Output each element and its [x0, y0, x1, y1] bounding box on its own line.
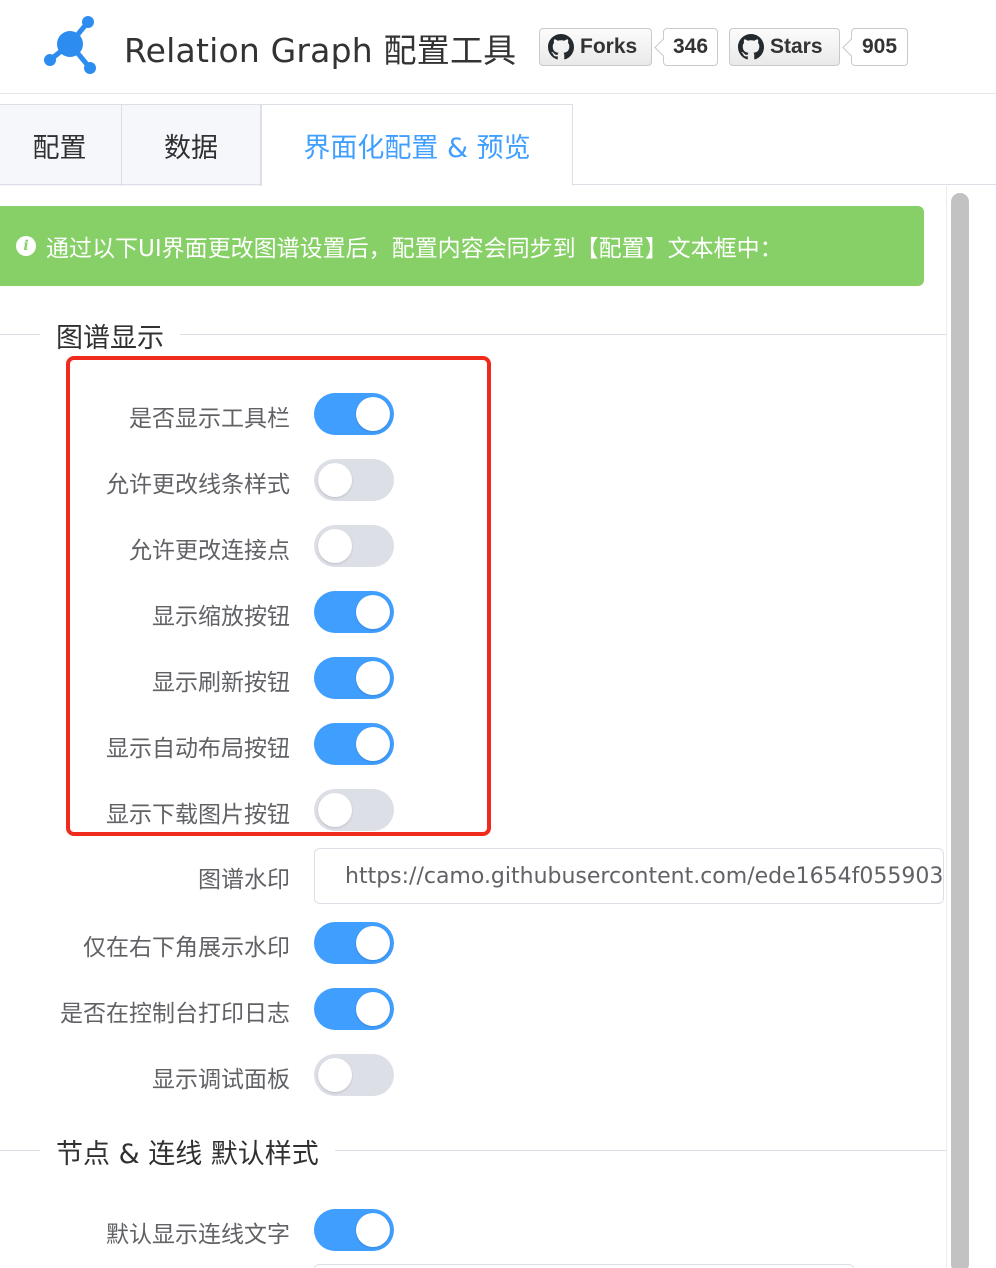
tab-data[interactable]: 数据	[122, 104, 261, 186]
github-forks-button[interactable]: Forks	[539, 28, 652, 66]
tab-config[interactable]: 配置	[0, 104, 122, 186]
switch-knob	[318, 463, 352, 497]
switch-knob	[318, 793, 352, 827]
setting-row-allow-line-style: 允许更改线条样式	[0, 457, 946, 503]
setting-row-download-image-button: 显示下载图片按钮	[0, 787, 946, 833]
stars-label: Stars	[770, 35, 823, 58]
switch-knob	[356, 1213, 390, 1247]
config-panel: i 通过以下UI界面更改图谱设置后，配置内容会同步到【配置】文本框中： 图谱显示…	[0, 186, 946, 1268]
setting-label: 显示自动布局按钮	[106, 736, 290, 762]
app-header: Relation Graph 配置工具 Forks 346 Stars 905	[0, 0, 996, 94]
setting-row-watermark-corner: 仅在右下角展示水印	[0, 920, 946, 966]
refresh-button-switch[interactable]	[314, 657, 394, 699]
setting-row-show-toolbar: 是否显示工具栏	[0, 391, 946, 437]
next-setting-input[interactable]	[314, 1264, 854, 1268]
switch-knob	[356, 661, 390, 695]
watermark-corner-switch[interactable]	[314, 922, 394, 964]
switch-knob	[318, 1058, 352, 1092]
setting-label: 显示缩放按钮	[152, 604, 290, 630]
allow-junction-point-switch[interactable]	[314, 525, 394, 567]
info-alert: i 通过以下UI界面更改图谱设置后，配置内容会同步到【配置】文本框中：	[0, 206, 924, 286]
show-toolbar-switch[interactable]	[314, 393, 394, 435]
console-log-switch[interactable]	[314, 988, 394, 1030]
setting-row-debug-panel: 显示调试面板	[0, 1052, 946, 1098]
setting-row-default-line-text: 默认显示连线文字	[0, 1207, 946, 1253]
github-stars-button[interactable]: Stars	[729, 28, 840, 66]
setting-label: 是否显示工具栏	[129, 406, 290, 432]
setting-label: 是否在控制台打印日志	[60, 1001, 290, 1027]
tab-ui-config-preview[interactable]: 界面化配置 & 预览	[261, 104, 573, 186]
allow-line-style-switch[interactable]	[314, 459, 394, 501]
default-line-text-switch[interactable]	[314, 1209, 394, 1251]
setting-row-auto-layout-button: 显示自动布局按钮	[0, 721, 946, 767]
setting-row-console-log: 是否在控制台打印日志	[0, 986, 946, 1032]
setting-label: 仅在右下角展示水印	[83, 935, 290, 961]
setting-label: 显示下载图片按钮	[106, 802, 290, 828]
switch-knob	[356, 926, 390, 960]
download-image-button-switch[interactable]	[314, 789, 394, 831]
debug-panel-switch[interactable]	[314, 1054, 394, 1096]
switch-knob	[318, 529, 352, 563]
github-icon	[548, 34, 574, 60]
alert-text: 通过以下UI界面更改图谱设置后，配置内容会同步到【配置】文本框中：	[46, 236, 783, 262]
forks-count[interactable]: 346	[663, 28, 718, 66]
auto-layout-button-switch[interactable]	[314, 723, 394, 765]
section-title: 节点 & 连线 默认样式	[40, 1132, 335, 1171]
scrollbar-thumb[interactable]	[951, 193, 969, 1268]
setting-row-watermark: 图谱水印 https://camo.githubusercontent.com/…	[0, 848, 946, 904]
setting-row-zoom-button: 显示缩放按钮	[0, 589, 946, 635]
switch-knob	[356, 727, 390, 761]
setting-label: 默认显示连线文字	[106, 1222, 290, 1248]
setting-label: 允许更改连接点	[129, 538, 290, 564]
switch-knob	[356, 992, 390, 1026]
setting-row-refresh-button: 显示刷新按钮	[0, 655, 946, 701]
info-icon: i	[16, 236, 36, 256]
tab-bar: 配置 数据 界面化配置 & 预览	[0, 104, 996, 186]
setting-label: 图谱水印	[198, 867, 290, 893]
setting-label: 显示刷新按钮	[152, 670, 290, 696]
zoom-button-switch[interactable]	[314, 591, 394, 633]
setting-label: 显示调试面板	[152, 1067, 290, 1093]
section-title: 图谱显示	[40, 316, 180, 355]
setting-row-allow-junction-point: 允许更改连接点	[0, 523, 946, 569]
stars-count[interactable]: 905	[851, 28, 908, 66]
github-icon	[738, 34, 764, 60]
setting-label: 允许更改线条样式	[106, 472, 290, 498]
relation-graph-logo-icon	[44, 16, 96, 74]
switch-knob	[356, 595, 390, 629]
switch-knob	[356, 397, 390, 431]
forks-label: Forks	[580, 35, 638, 58]
watermark-input[interactable]: https://camo.githubusercontent.com/ede16…	[314, 848, 944, 904]
app-title: Relation Graph 配置工具	[124, 31, 517, 70]
